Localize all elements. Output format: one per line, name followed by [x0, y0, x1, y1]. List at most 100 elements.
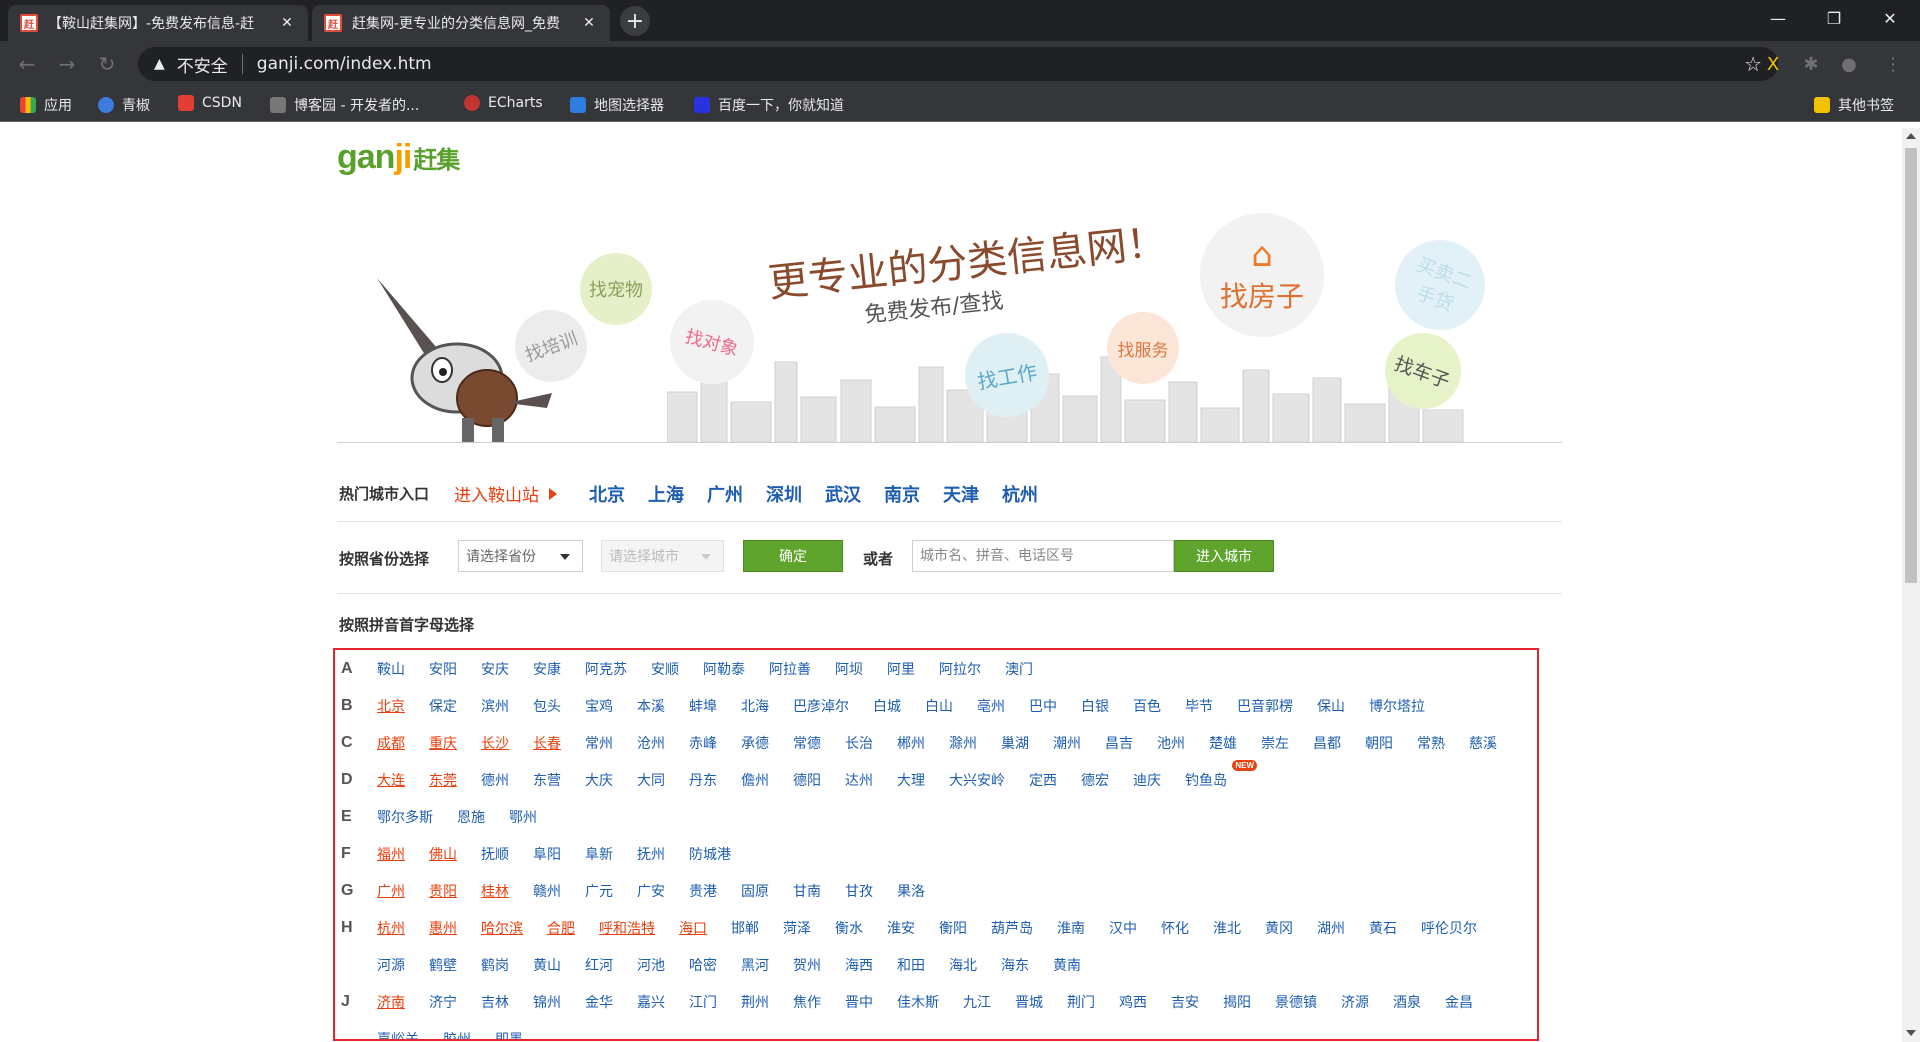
new-tab-button[interactable]: + [620, 6, 650, 36]
city-link[interactable]: 黄山 [533, 955, 561, 975]
hot-city-link[interactable]: 南京 [884, 481, 920, 507]
city-link[interactable]: 呼伦贝尔 [1421, 918, 1477, 938]
city-link[interactable]: 蚌埠 [689, 696, 717, 716]
city-link[interactable]: 鞍山 [377, 659, 405, 679]
city-link[interactable]: 鄂州 [509, 807, 537, 827]
city-link[interactable]: 河源 [377, 955, 405, 975]
city-link[interactable]: 济源 [1341, 992, 1369, 1012]
city-link[interactable]: 揭阳 [1223, 992, 1251, 1012]
city-link[interactable]: 怀化 [1161, 918, 1189, 938]
bookmark-cnblogs[interactable]: 博客园 - 开发者的... [270, 95, 419, 115]
city-link[interactable]: 哈尔滨 [481, 918, 523, 938]
city-link[interactable]: 赣州 [533, 881, 561, 901]
city-link[interactable]: 佳木斯 [897, 992, 939, 1012]
city-link[interactable]: 呼和浩特 [599, 918, 655, 938]
city-link[interactable]: 潮州 [1053, 733, 1081, 753]
city-link[interactable]: 合肥 [547, 918, 575, 938]
city-link[interactable]: 湖州 [1317, 918, 1345, 938]
city-link[interactable]: 阜新 [585, 844, 613, 864]
city-link[interactable]: 菏泽 [783, 918, 811, 938]
city-link[interactable]: 胶州 [443, 1029, 471, 1040]
city-link[interactable]: 保定 [429, 696, 457, 716]
hot-city-link[interactable]: 天津 [943, 481, 979, 507]
city-link[interactable]: 常德 [793, 733, 821, 753]
city-link[interactable]: 鹤岗 [481, 955, 509, 975]
city-link[interactable]: 果洛 [897, 881, 925, 901]
city-link[interactable]: 济南 [377, 992, 405, 1012]
city-link[interactable]: 焦作 [793, 992, 821, 1012]
bubble-cars[interactable]: 找车子 [1385, 333, 1461, 409]
bubble-housing[interactable]: ⌂ 找房子 [1200, 213, 1324, 337]
city-link[interactable]: 丹东 [689, 770, 717, 790]
city-link[interactable]: 大连 [377, 770, 405, 790]
city-link[interactable]: 黄南 [1053, 955, 1081, 975]
city-link[interactable]: 包头 [533, 696, 561, 716]
city-link[interactable]: 晋中 [845, 992, 873, 1012]
city-link[interactable]: 百色 [1133, 696, 1161, 716]
city-link[interactable]: 淮安 [887, 918, 915, 938]
city-link[interactable]: 贵阳 [429, 881, 457, 901]
city-link[interactable]: 澳门 [1005, 659, 1033, 679]
city-link[interactable]: 定西 [1029, 770, 1057, 790]
bookmark-apps[interactable]: 应用 [20, 95, 72, 115]
restore-icon[interactable]: ❐ [1806, 0, 1862, 36]
city-link[interactable]: 毕节 [1185, 696, 1213, 716]
city-link[interactable]: 大理 [897, 770, 925, 790]
city-link[interactable]: 郴州 [897, 733, 925, 753]
bubble-training[interactable]: 找培训 [515, 310, 587, 382]
hot-city-link[interactable]: 武汉 [825, 481, 861, 507]
city-link[interactable]: 海口 [679, 918, 707, 938]
city-link[interactable]: 钓鱼岛 NEW [1185, 759, 1257, 790]
city-link[interactable]: 阜阳 [533, 844, 561, 864]
bubble-secondhand[interactable]: 买卖二手货 [1395, 240, 1485, 330]
city-link[interactable]: 吉林 [481, 992, 509, 1012]
city-link[interactable]: 阿拉尔 [939, 659, 981, 679]
city-link[interactable]: 荆州 [741, 992, 769, 1012]
city-link[interactable]: 济宁 [429, 992, 457, 1012]
city-link[interactable]: 达州 [845, 770, 873, 790]
city-link[interactable]: 海东 [1001, 955, 1029, 975]
city-link[interactable]: 滁州 [949, 733, 977, 753]
city-link[interactable]: 阿拉善 [769, 659, 811, 679]
city-link[interactable]: 甘孜 [845, 881, 873, 901]
city-link[interactable]: 安康 [533, 659, 561, 679]
city-link[interactable]: 崇左 [1261, 733, 1289, 753]
hot-city-link[interactable]: 上海 [648, 481, 684, 507]
city-link[interactable]: 巴彦淖尔 [793, 696, 849, 716]
city-link[interactable]: 东营 [533, 770, 561, 790]
city-link[interactable]: 邯郸 [731, 918, 759, 938]
enter-city-button[interactable]: 进入城市 [1174, 540, 1274, 572]
minimize-icon[interactable]: — [1750, 0, 1806, 36]
city-link[interactable]: 长治 [845, 733, 873, 753]
city-link[interactable]: 葫芦岛 [991, 918, 1033, 938]
city-link[interactable]: 白银 [1081, 696, 1109, 716]
hot-city-link[interactable]: 深圳 [766, 481, 802, 507]
back-icon[interactable]: ← [14, 51, 40, 77]
city-link[interactable]: 金华 [585, 992, 613, 1012]
address-bar[interactable]: ▲ 不安全 ganji.com/index.htm ☆ [138, 47, 1778, 81]
city-link[interactable]: 巴音郭楞 [1237, 696, 1293, 716]
city-link[interactable]: 锦州 [533, 992, 561, 1012]
city-link[interactable]: 鄂尔多斯 [377, 807, 433, 827]
browser-tab-2[interactable]: 赶 赶集网-更专业的分类信息网_免费 ✕ [312, 5, 610, 41]
city-link[interactable]: 贵港 [689, 881, 717, 901]
enter-anshan-link[interactable]: 进入鞍山站 [454, 481, 558, 506]
city-link[interactable]: 哈密 [689, 955, 717, 975]
city-link[interactable]: 德阳 [793, 770, 821, 790]
city-link[interactable]: 慈溪 [1469, 733, 1497, 753]
city-link[interactable]: 鹤壁 [429, 955, 457, 975]
city-link[interactable]: 佛山 [429, 844, 457, 864]
city-link[interactable]: 黄石 [1369, 918, 1397, 938]
city-link[interactable]: 长沙 [481, 733, 509, 753]
city-link[interactable]: 嘉峪关 [377, 1029, 419, 1040]
bookmark-qingjiao[interactable]: 青椒 [98, 95, 150, 115]
ganji-logo[interactable]: ganji赶集 [337, 138, 460, 177]
menu-dots-icon[interactable]: ⋮ [1880, 51, 1906, 77]
bookmark-other[interactable]: 其他书签 [1814, 95, 1894, 115]
city-link[interactable]: 江门 [689, 992, 717, 1012]
city-link[interactable]: 阿克苏 [585, 659, 627, 679]
city-link[interactable]: 杭州 [377, 918, 405, 938]
city-link[interactable]: 昌吉 [1105, 733, 1133, 753]
forward-icon[interactable]: → [54, 51, 80, 77]
city-link[interactable]: 儋州 [741, 770, 769, 790]
